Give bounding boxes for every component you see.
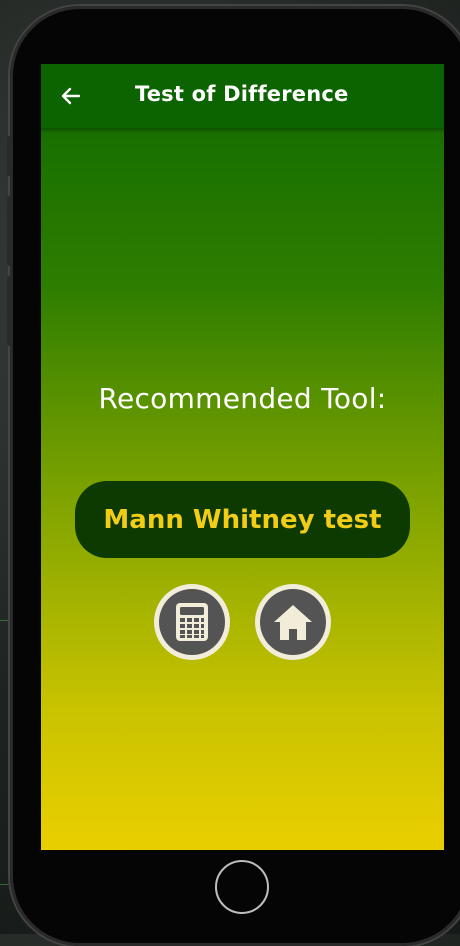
- app-bar: Test of Difference: [41, 64, 444, 129]
- app-screen: Test of Difference Recommended Tool: Man…: [41, 64, 444, 850]
- home-button[interactable]: [255, 584, 331, 660]
- phone-volume-up-button: [7, 196, 12, 266]
- calculator-button-inner: [159, 589, 225, 655]
- calculator-button[interactable]: [154, 584, 230, 660]
- recommended-tool-result: Mann Whitney test: [75, 481, 410, 558]
- phone-side-button: [7, 136, 12, 176]
- phone-home-button: [215, 860, 269, 914]
- recommended-tool-label: Recommended Tool:: [98, 382, 387, 415]
- home-button-inner: [260, 589, 326, 655]
- home-icon: [274, 605, 312, 640]
- back-button[interactable]: [57, 82, 85, 110]
- result-text: Mann Whitney test: [103, 504, 382, 535]
- phone-volume-down-button: [7, 276, 12, 346]
- calculator-icon: [176, 603, 208, 641]
- arrow-left-icon: [61, 87, 81, 105]
- page-title: Test of Difference: [135, 82, 349, 106]
